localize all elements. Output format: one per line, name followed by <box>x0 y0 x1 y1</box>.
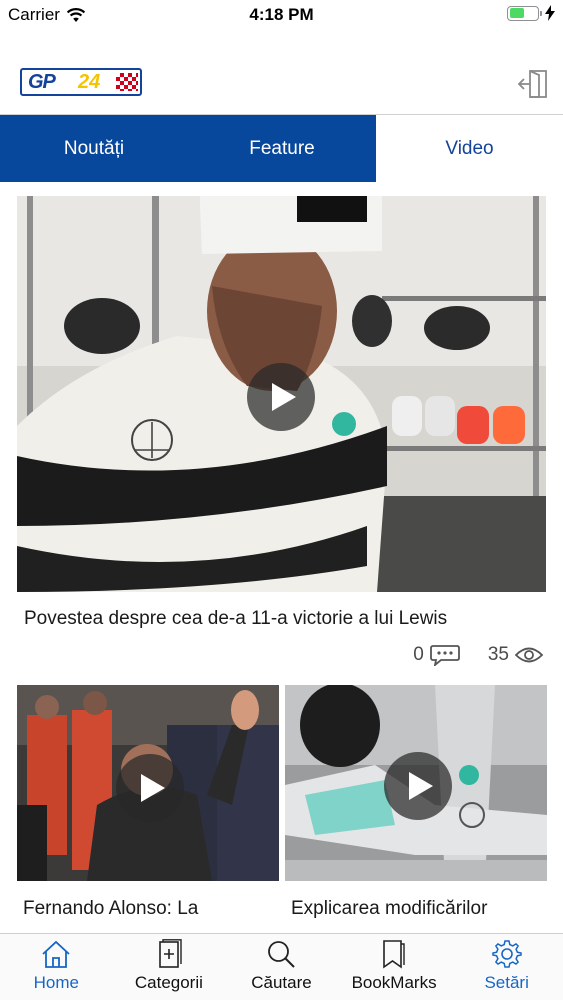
checkered-flag-icon <box>116 73 138 91</box>
gear-icon <box>491 940 522 968</box>
comment-icon <box>429 645 460 666</box>
video-card[interactable]: Explicarea modificărilor <box>285 685 547 921</box>
video-card[interactable]: Fernando Alonso: La <box>17 685 279 921</box>
video-card-title[interactable]: Explicarea modificărilor <box>285 896 547 921</box>
featured-video-title[interactable]: Povestea despre cea de-a 11-a victorie a… <box>24 608 544 630</box>
bookmark-icon <box>383 940 405 969</box>
play-button[interactable] <box>384 752 452 820</box>
featured-video-thumbnail[interactable] <box>17 196 546 592</box>
video-card-title[interactable]: Fernando Alonso: La <box>17 896 279 921</box>
tabbar-item-cautare[interactable]: Căutare <box>225 934 338 1000</box>
tab-video[interactable]: Video <box>376 115 563 182</box>
play-button[interactable] <box>247 363 315 431</box>
status-bar: Carrier 4:18 PM <box>0 0 563 30</box>
search-icon <box>268 941 296 968</box>
video-feed[interactable]: Povestea despre cea de-a 11-a victorie a… <box>0 196 563 934</box>
view-count: 35 <box>487 644 509 665</box>
tabbar-label: Home <box>33 973 79 992</box>
tabbar-label: BookMarks <box>351 973 437 992</box>
gp24-logo[interactable]: GP 24 <box>20 68 142 96</box>
comment-count: 0 <box>413 644 424 665</box>
home-icon <box>42 940 70 968</box>
tabbar-item-categorii[interactable]: Categorii <box>113 934 226 1000</box>
featured-meta: 0 35 <box>413 644 543 666</box>
video-card-thumbnail[interactable] <box>285 685 547 881</box>
logo-24: 24 <box>78 71 101 93</box>
play-button[interactable] <box>116 754 184 822</box>
play-icon <box>271 383 296 411</box>
video-card-thumbnail[interactable] <box>17 685 279 881</box>
logo-gp: GP <box>28 71 56 93</box>
play-icon <box>408 772 433 800</box>
section-tabs: Noutăți Feature Video <box>0 114 563 182</box>
tabbar-item-home[interactable]: Home <box>0 934 113 1000</box>
bottom-tab-bar: Home Categorii Căutare BookMarks Setări <box>0 933 563 1000</box>
tabbar-label: Categorii <box>134 973 203 992</box>
tabbar-label: Căutare <box>251 973 312 992</box>
charging-icon <box>545 5 555 21</box>
status-right <box>507 5 555 21</box>
tabbar-item-setari[interactable]: Setări <box>450 934 563 1000</box>
status-time: 4:18 PM <box>249 5 314 24</box>
exit-icon[interactable] <box>517 68 549 100</box>
tabbar-item-bookmarks[interactable]: BookMarks <box>338 934 451 1000</box>
tab-noutati[interactable]: Noutăți <box>0 115 188 182</box>
battery-icon <box>507 5 542 21</box>
app-header: GP 24 <box>0 58 563 110</box>
tabbar-label: Setări <box>484 973 529 992</box>
battery-level <box>509 8 525 18</box>
play-icon <box>140 774 165 802</box>
eye-icon <box>515 647 543 663</box>
tab-feature[interactable]: Feature <box>188 115 376 182</box>
categories-icon <box>159 939 182 968</box>
